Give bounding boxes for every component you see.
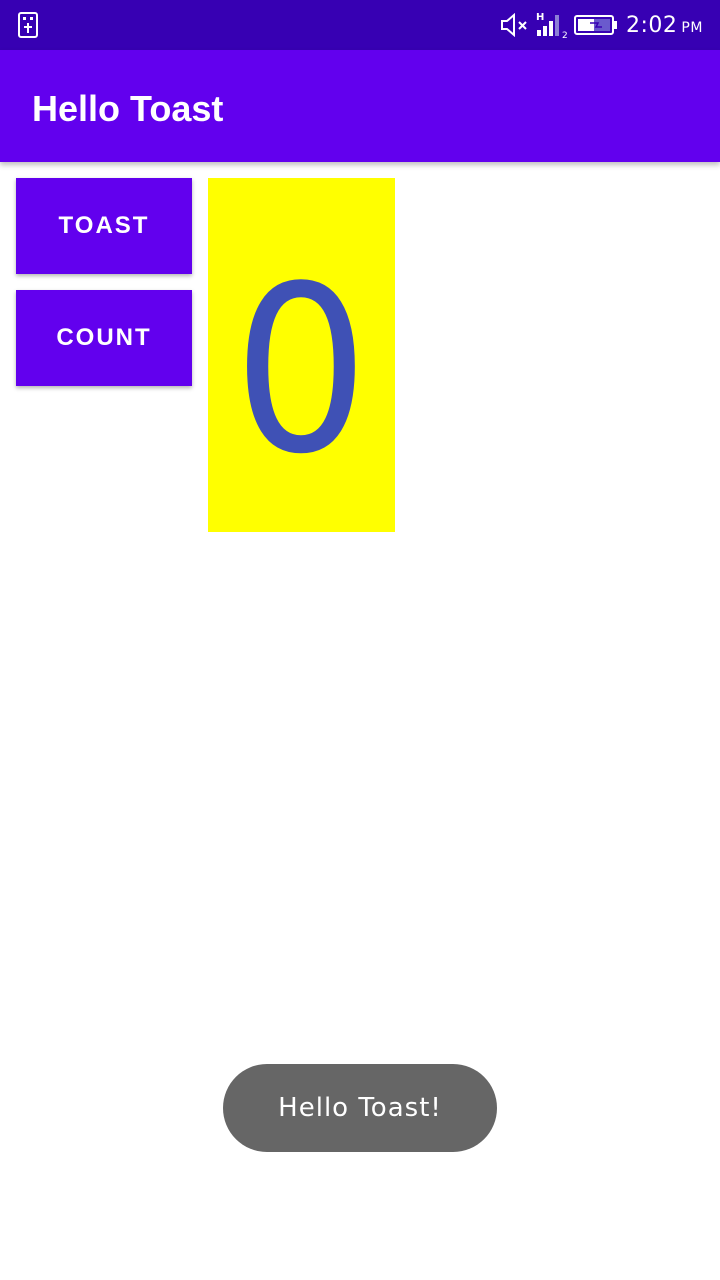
count-button[interactable]: COUNT xyxy=(16,290,192,386)
network-type-label: H xyxy=(536,12,544,23)
app-title: Hello Toast xyxy=(32,88,224,129)
battery-icon xyxy=(574,15,618,40)
app-bar: Hello Toast xyxy=(0,50,720,162)
toast-message: Hello Toast! xyxy=(223,1064,497,1152)
sim-slot-label: 2 xyxy=(562,31,568,39)
status-bar: H 2 2:02 PM xyxy=(0,0,720,50)
mute-icon xyxy=(500,12,530,42)
signal-icon: H 2 xyxy=(535,11,571,44)
count-value: 0 xyxy=(233,238,369,505)
usb-icon xyxy=(16,12,40,43)
clock-ampm: PM xyxy=(681,20,703,36)
status-clock: 2:02 PM xyxy=(626,13,703,38)
clock-time: 2:02 xyxy=(626,13,678,38)
toast-button[interactable]: TOAST xyxy=(16,178,192,274)
count-display: 0 xyxy=(208,178,395,532)
